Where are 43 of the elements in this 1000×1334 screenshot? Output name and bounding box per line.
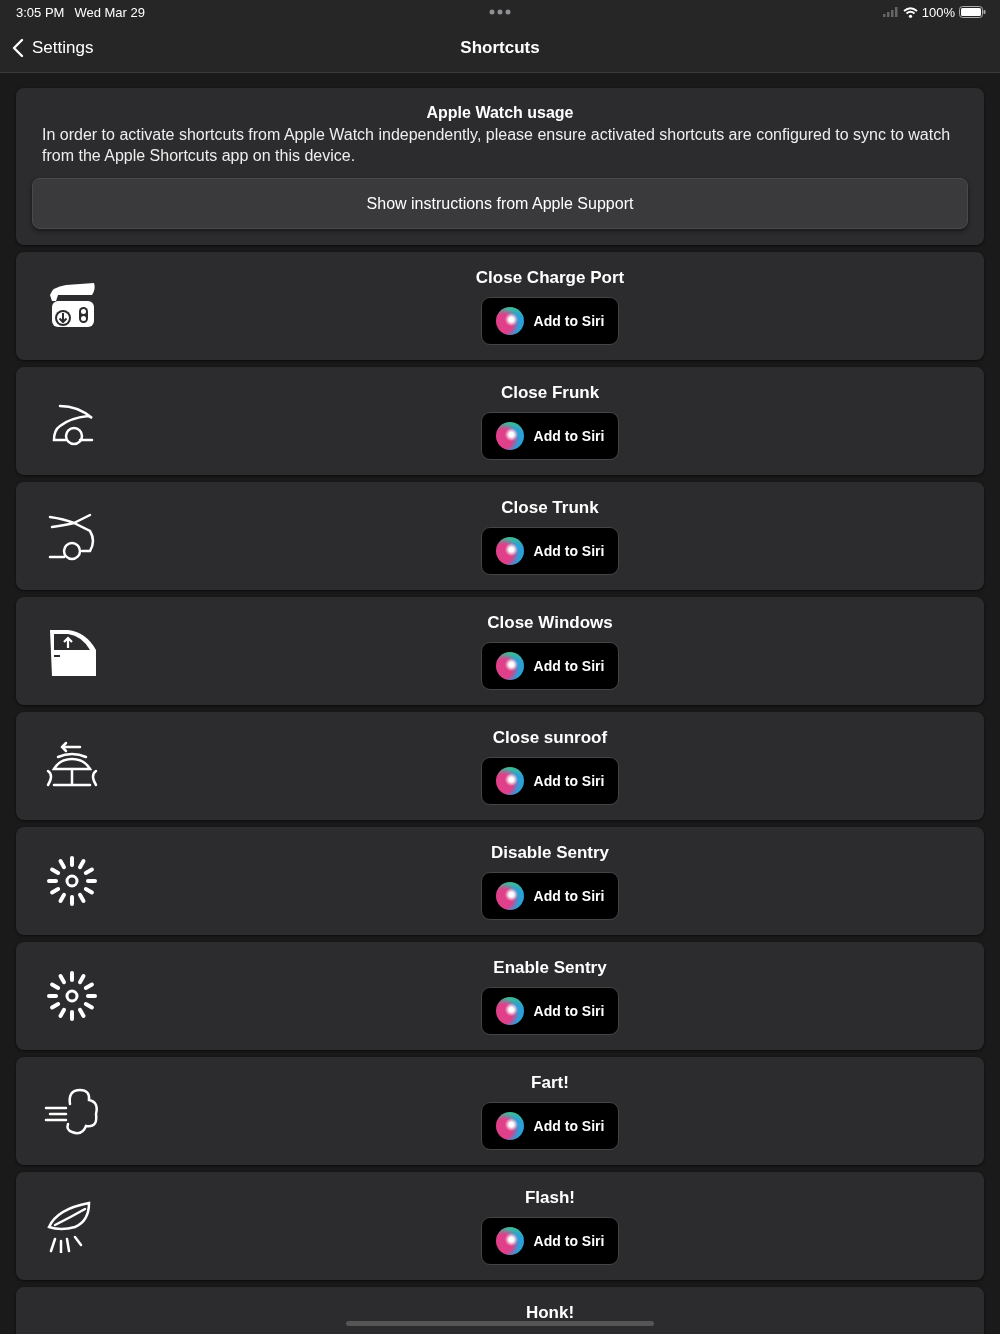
add-to-siri-button[interactable]: Add to Siri	[480, 1217, 620, 1265]
chevron-left-icon	[12, 38, 24, 58]
shortcut-title: Close sunroof	[492, 728, 608, 748]
add-to-siri-button[interactable]: Add to Siri	[480, 642, 620, 690]
battery-percent: 100%	[921, 4, 955, 20]
siri-icon	[495, 307, 524, 335]
siri-icon	[495, 882, 524, 910]
sentry-icon	[46, 855, 98, 907]
sentry-icon	[46, 970, 98, 1022]
info-title: Apple Watch usage	[425, 104, 575, 122]
siri-icon	[495, 767, 524, 795]
siri-icon	[495, 652, 524, 680]
shortcut-title: Enable Sentry	[493, 958, 607, 978]
back-button[interactable]: Settings	[0, 38, 94, 58]
shortcut-title: Close Frunk	[500, 383, 600, 403]
info-text: In order to activate shortcuts from Apple Watch independently, please ensure activated shortcuts are configured to sync to watch from the Apple Shortcuts app on this device.	[42, 125, 952, 166]
shortcut-title: Disable Sentry	[490, 843, 610, 863]
battery-icon	[959, 6, 986, 18]
wifi-icon	[902, 6, 918, 18]
signal-icon	[882, 7, 899, 17]
add-to-siri-button[interactable]: Add to Siri	[480, 412, 620, 460]
status-time: 3:05 PM	[16, 4, 65, 20]
add-to-siri-button[interactable]: Add to Siri	[480, 1102, 620, 1150]
add-to-siri-button[interactable]: Add to Siri	[480, 987, 620, 1035]
siri-icon	[495, 1112, 524, 1140]
add-to-siri-button[interactable]: Add to Siri	[480, 297, 620, 345]
shortcut-title: Close Trunk	[501, 498, 599, 518]
add-to-siri-button[interactable]: Add to Siri	[480, 757, 620, 805]
shortcut-title: Flash!	[524, 1188, 576, 1208]
instructions-button[interactable]: Show instructions from Apple Support	[32, 178, 968, 229]
add-to-siri-button[interactable]: Add to Siri	[480, 527, 620, 575]
nav-title: Shortcuts	[460, 38, 540, 58]
shortcut-title: Fart!	[531, 1073, 569, 1093]
shortcut-title: Honk!	[525, 1303, 575, 1323]
shortcut-title: Close Charge Port	[475, 268, 625, 288]
siri-icon	[495, 537, 524, 565]
add-to-siri-button[interactable]: Add to Siri	[480, 872, 620, 920]
multitasking-dots-icon[interactable]	[489, 9, 511, 15]
siri-icon	[495, 1227, 524, 1255]
siri-icon	[495, 997, 524, 1025]
siri-icon	[495, 422, 524, 450]
status-date: Wed Mar 29	[74, 4, 145, 20]
shortcut-title: Close Windows	[487, 613, 613, 633]
